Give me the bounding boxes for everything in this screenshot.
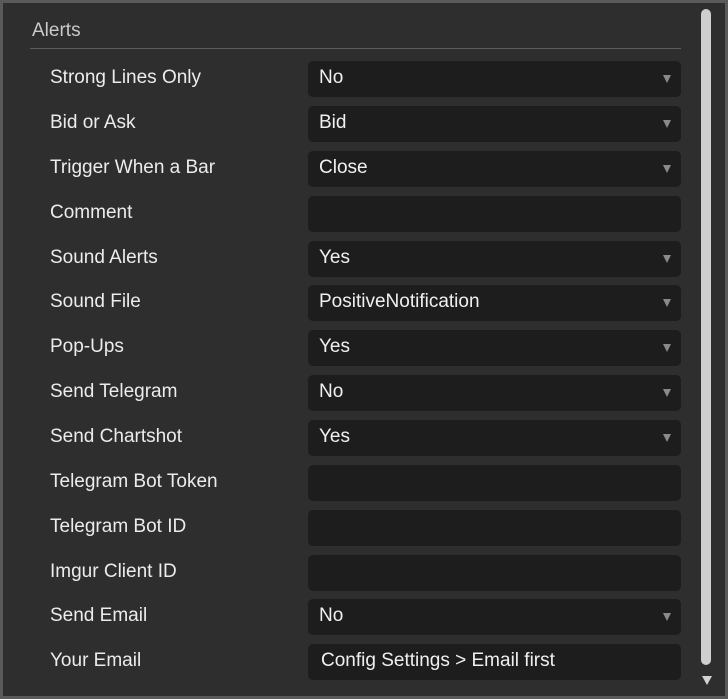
chevron-down-icon[interactable]: [663, 165, 671, 173]
select-send-chartshot[interactable]: Yes: [308, 420, 681, 456]
select-strong-lines-only[interactable]: No: [308, 61, 681, 97]
setting-label-send-email: Send Email: [50, 605, 148, 626]
setting-row-telegram-bot-id: Telegram Bot ID: [3, 510, 703, 546]
field-value-sound-alerts: Yes: [319, 247, 350, 268]
section-header: Alerts: [30, 19, 681, 49]
setting-row-bid-or-ask: Bid or Ask Bid: [3, 106, 703, 142]
setting-label-sound-file: Sound File: [50, 291, 141, 312]
section-title: Alerts: [32, 20, 81, 41]
input-your-email[interactable]: Config Settings > Email first: [308, 644, 681, 680]
setting-row-send-email: Send Email No: [3, 599, 703, 635]
setting-label-imgur-client-id: Imgur Client ID: [50, 561, 177, 582]
vertical-scrollbar[interactable]: [697, 6, 717, 699]
setting-label-bid-or-ask: Bid or Ask: [50, 112, 136, 133]
chevron-down-icon[interactable]: [663, 299, 671, 307]
field-value-your-email: Config Settings > Email first: [321, 650, 555, 671]
field-value-bid-or-ask: Bid: [319, 112, 347, 133]
select-send-telegram[interactable]: No: [308, 375, 681, 411]
chevron-down-icon[interactable]: [663, 613, 671, 621]
select-pop-ups[interactable]: Yes: [308, 330, 681, 366]
input-imgur-client-id[interactable]: [308, 555, 681, 591]
setting-label-comment: Comment: [50, 202, 133, 223]
setting-label-strong-lines-only: Strong Lines Only: [50, 67, 202, 88]
field-value-sound-file: PositiveNotification: [319, 291, 480, 312]
setting-label-telegram-bot-id: Telegram Bot ID: [50, 516, 187, 537]
chevron-down-icon[interactable]: [663, 120, 671, 128]
input-telegram-bot-id[interactable]: [308, 510, 681, 546]
select-send-email[interactable]: No: [308, 599, 681, 635]
setting-row-sound-file: Sound File PositiveNotification: [3, 285, 703, 321]
field-value-send-telegram: No: [319, 381, 344, 402]
chevron-down-icon[interactable]: [663, 255, 671, 263]
setting-label-send-telegram: Send Telegram: [50, 381, 178, 402]
setting-label-trigger-when-a-bar: Trigger When a Bar: [50, 157, 216, 178]
chevron-down-icon[interactable]: [663, 75, 671, 83]
chevron-down-icon[interactable]: [663, 434, 671, 442]
setting-label-sound-alerts: Sound Alerts: [50, 247, 158, 268]
chevron-down-icon[interactable]: [663, 389, 671, 397]
setting-label-telegram-bot-token: Telegram Bot Token: [50, 471, 218, 492]
setting-row-pop-ups: Pop-Ups Yes: [3, 330, 703, 366]
field-value-trigger-when-a-bar: Close: [319, 157, 368, 178]
field-value-send-email: No: [319, 605, 344, 626]
setting-row-comment: Comment: [3, 196, 703, 232]
alerts-settings-panel: Alerts Strong Lines Only No Bid or Ask Bid T…: [0, 0, 728, 699]
setting-row-imgur-client-id: Imgur Client ID: [3, 555, 703, 591]
input-comment[interactable]: [308, 196, 681, 232]
select-sound-file[interactable]: PositiveNotification: [308, 285, 681, 321]
setting-label-pop-ups: Pop-Ups: [50, 336, 124, 357]
setting-label-your-email: Your Email: [50, 650, 142, 671]
setting-row-send-chartshot: Send Chartshot Yes: [3, 420, 703, 456]
setting-label-send-chartshot: Send Chartshot: [50, 426, 183, 447]
chevron-down-icon[interactable]: [663, 344, 671, 352]
field-value-send-chartshot: Yes: [319, 426, 350, 447]
input-telegram-bot-token[interactable]: [308, 465, 681, 501]
select-trigger-when-a-bar[interactable]: Close: [308, 151, 681, 187]
select-sound-alerts[interactable]: Yes: [308, 241, 681, 277]
field-value-strong-lines-only: No: [319, 67, 344, 88]
setting-row-sound-alerts: Sound Alerts Yes: [3, 241, 703, 277]
setting-row-send-telegram: Send Telegram No: [3, 375, 703, 411]
select-bid-or-ask[interactable]: Bid: [308, 106, 681, 142]
scroll-down-arrow-icon[interactable]: [702, 676, 712, 685]
setting-row-strong-lines-only: Strong Lines Only No: [3, 61, 703, 97]
scrollbar-thumb[interactable]: [701, 9, 711, 665]
setting-row-telegram-bot-token: Telegram Bot Token: [3, 465, 703, 501]
setting-row-trigger-when-a-bar: Trigger When a Bar Close: [3, 151, 703, 187]
field-value-pop-ups: Yes: [319, 336, 350, 357]
setting-row-your-email: Your Email Config Settings > Email first: [3, 644, 703, 680]
